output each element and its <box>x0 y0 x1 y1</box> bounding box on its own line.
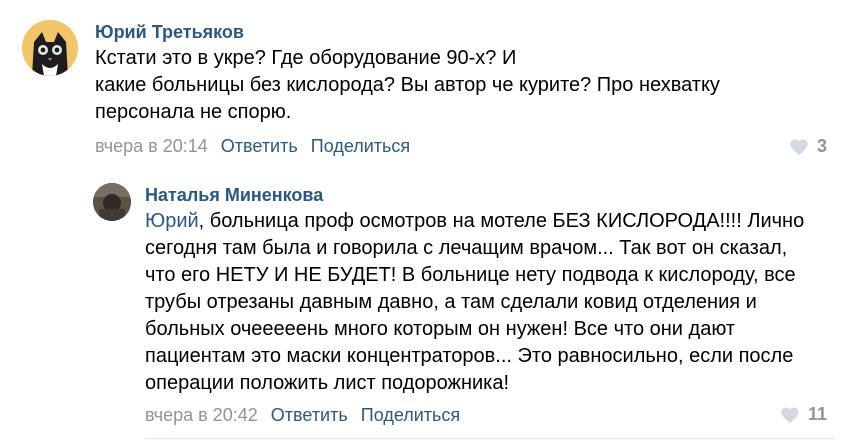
comment-reply: Наталья Миненкова Юрий, больница проф ос… <box>0 175 857 440</box>
comment-author[interactable]: Наталья Миненкова <box>145 185 323 206</box>
like-button[interactable]: 11 <box>780 404 827 425</box>
like-count: 3 <box>816 136 827 156</box>
comment-text: Кстати это в укре? Где оборудование 90-х… <box>95 45 720 126</box>
share-button[interactable]: Поделиться <box>361 405 460 425</box>
comment: Юрий Третьяков Кстати это в укре? Где об… <box>0 0 857 175</box>
reply-button[interactable]: Ответить <box>221 136 298 156</box>
like-count: 11 <box>807 404 827 424</box>
comment-text-line: что его НЕТУ И НЕ БУДЕТ! В больнице нету… <box>145 264 796 286</box>
comment-text-line: Юрий, больница проф осмотров на мотеле Б… <box>145 208 804 235</box>
comment-text-line: трубы отрезаны давным давно, а там сдела… <box>145 291 757 313</box>
comment-timestamp[interactable]: вчера в 20:14 <box>95 136 208 156</box>
comment-text-line: Кстати это в укре? Где оборудование 90-х… <box>95 47 517 69</box>
comment-text-line: больных очееееень много которым он нужен… <box>145 318 736 340</box>
reply-to-link[interactable]: Юрий <box>145 210 199 232</box>
share-button[interactable]: Поделиться <box>311 136 410 156</box>
heart-icon <box>781 406 799 423</box>
cat-avatar-icon <box>22 20 78 76</box>
comment-meta: вчера в 20:14 Ответить Поделиться <box>95 136 410 157</box>
comment-text-line: пациентам это маски концентраторов... Эт… <box>145 345 794 367</box>
heart-icon <box>790 138 808 155</box>
reply-button[interactable]: Ответить <box>271 405 348 425</box>
comment-meta: вчера в 20:42 Ответить Поделиться <box>145 405 460 426</box>
divider <box>145 438 835 439</box>
comment-text-fragment: , больница проф осмотров на мотеле БЕЗ К… <box>198 210 805 232</box>
comment-author[interactable]: Юрий Третьяков <box>95 22 244 43</box>
user-photo-icon <box>93 183 131 221</box>
comment-text: Юрий, больница проф осмотров на мотеле Б… <box>145 208 804 397</box>
comment-text-line: операции положить лист подорожника! <box>145 372 510 394</box>
like-button[interactable]: 3 <box>789 136 827 157</box>
comment-text-line: какие больницы без кислорода? Вы автор ч… <box>95 74 720 96</box>
avatar[interactable] <box>22 20 78 76</box>
avatar[interactable] <box>93 183 131 221</box>
comment-timestamp[interactable]: вчера в 20:42 <box>145 405 258 425</box>
comment-text-line: персонала не спорю. <box>95 101 292 123</box>
comment-text-line: сегодня там была и говорила с лечащим вр… <box>145 237 788 259</box>
